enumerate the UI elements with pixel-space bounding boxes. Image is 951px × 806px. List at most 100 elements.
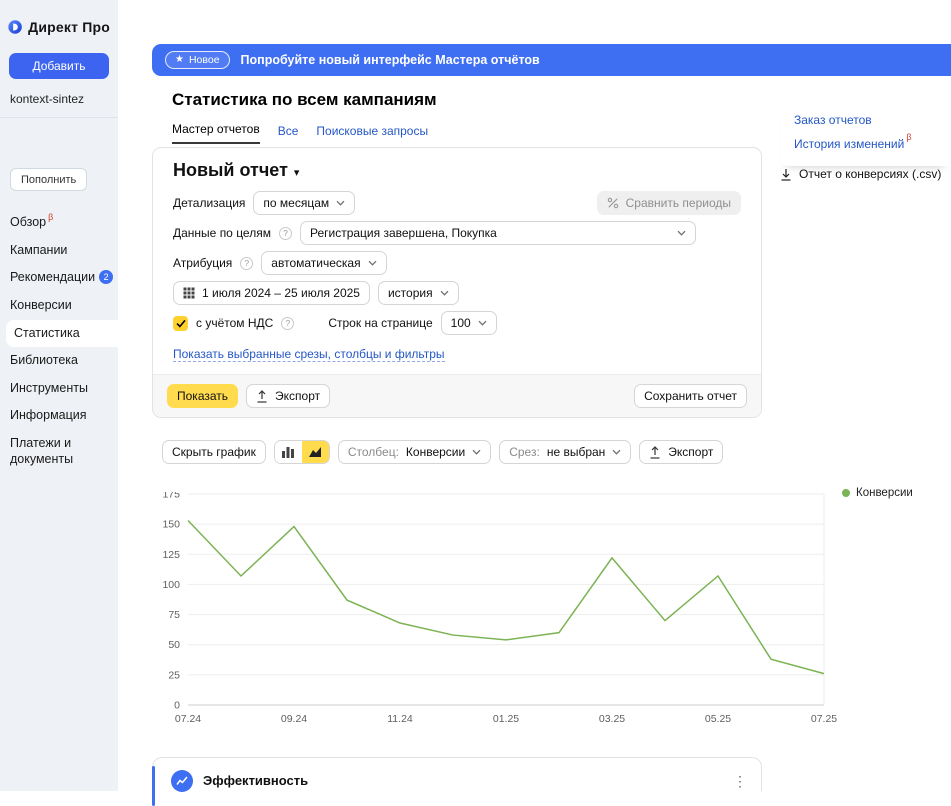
- info-icon[interactable]: ?: [281, 317, 294, 330]
- chart-type-switcher: [274, 440, 330, 464]
- tab-search-queries[interactable]: Поисковые запросы: [316, 124, 428, 144]
- sidebar-nav: Обзор β Кампании Рекомендации 2 Конверси…: [0, 209, 118, 473]
- info-icon[interactable]: ?: [279, 227, 292, 240]
- svg-text:75: 75: [168, 609, 180, 621]
- sidebar-item-information[interactable]: Информация: [0, 402, 118, 430]
- period-row: 1 июля 2024 – 25 июля 2025 история: [173, 281, 741, 305]
- rows-per-page-select[interactable]: 100: [441, 311, 497, 335]
- chevron-down-icon: [368, 260, 377, 266]
- promo-banner[interactable]: ★ Новое Попробуйте новый интерфейс Масте…: [152, 44, 951, 76]
- detalization-label: Детализация: [173, 196, 245, 210]
- tab-all[interactable]: Все: [278, 124, 299, 144]
- legend-label: Конверсии: [856, 487, 913, 499]
- sidebar-item-tools[interactable]: Инструменты: [0, 375, 118, 403]
- sidebar-item-label: Инструменты: [10, 381, 88, 397]
- beta-badge: β: [906, 132, 911, 142]
- conversions-chart: 025507510012515017507.2409.2411.2401.250…: [152, 492, 852, 730]
- direct-pro-logo-icon: [8, 16, 22, 38]
- chevron-down-icon: [336, 200, 345, 206]
- bar-chart-type-button[interactable]: [275, 441, 302, 463]
- efficiency-title: Эффективность: [203, 773, 308, 788]
- sidebar: Директ Про Добавить kontext-sintez Попол…: [0, 0, 118, 791]
- new-badge-label: Новое: [189, 54, 220, 66]
- chevron-down-icon: [677, 230, 686, 236]
- save-report-button[interactable]: Сохранить отчет: [634, 384, 747, 408]
- svg-text:09.24: 09.24: [281, 713, 307, 725]
- svg-text:150: 150: [162, 519, 180, 531]
- chart-controls: Скрыть график Столбец: Конверсии Срез: н…: [162, 440, 723, 464]
- calendar-grid-icon: [183, 287, 195, 299]
- change-history-link[interactable]: История измененийβ: [794, 130, 937, 154]
- recommendations-count-badge: 2: [99, 270, 113, 284]
- area-chart-icon: [308, 446, 322, 458]
- caret-down-icon[interactable]: ▾: [294, 166, 300, 179]
- add-button[interactable]: Добавить: [9, 53, 109, 79]
- history-select[interactable]: история: [378, 281, 459, 305]
- download-icon: [780, 168, 792, 181]
- date-range-button[interactable]: 1 июля 2024 – 25 июля 2025: [173, 281, 370, 305]
- info-icon[interactable]: ?: [240, 257, 253, 270]
- app-root: Директ Про Добавить kontext-sintez Попол…: [0, 0, 951, 791]
- bar-chart-icon: [281, 446, 295, 458]
- order-reports-link[interactable]: Заказ отчетов: [794, 110, 937, 130]
- main-content: ★ Новое Попробуйте новый интерфейс Масте…: [118, 0, 951, 791]
- sidebar-item-library[interactable]: Библиотека: [0, 347, 118, 375]
- logo[interactable]: Директ Про: [0, 16, 118, 38]
- page-title: Статистика по всем кампаниям: [172, 90, 437, 110]
- chart-legend[interactable]: Конверсии: [842, 487, 913, 499]
- attribution-select[interactable]: автоматическая: [261, 251, 386, 275]
- compare-periods-button[interactable]: Сравнить периоды: [597, 191, 741, 215]
- banner-text: Попробуйте новый интерфейс Мастера отчёт…: [241, 53, 540, 67]
- account-name[interactable]: kontext-sintez: [0, 79, 118, 117]
- goals-label: Данные по целям: [173, 226, 271, 240]
- slice-select[interactable]: Срез: не выбран: [499, 440, 631, 464]
- rows-per-page-label: Строк на странице: [328, 316, 432, 330]
- topup-button[interactable]: Пополнить: [10, 168, 87, 191]
- show-slices-link[interactable]: Показать выбранные срезы, столбцы и филь…: [173, 347, 445, 362]
- sidebar-item-statistics[interactable]: Статистика: [6, 320, 118, 348]
- sidebar-item-label: Конверсии: [10, 298, 72, 314]
- svg-text:05.25: 05.25: [705, 713, 731, 725]
- svg-text:125: 125: [162, 549, 180, 561]
- sidebar-item-overview[interactable]: Обзор β: [0, 209, 118, 237]
- area-chart-type-button[interactable]: [302, 441, 329, 463]
- efficiency-card[interactable]: Эффективность ⋮: [152, 757, 762, 791]
- column-select[interactable]: Столбец: Конверсии: [338, 440, 491, 464]
- sidebar-item-label: Библиотека: [10, 353, 78, 369]
- sidebar-item-campaigns[interactable]: Кампании: [0, 237, 118, 265]
- conversions-chart-area: 025507510012515017507.2409.2411.2401.250…: [152, 492, 852, 735]
- kebab-menu-icon[interactable]: ⋮: [733, 774, 747, 788]
- report-name[interactable]: Новый отчет: [173, 160, 288, 181]
- detalization-select[interactable]: по месяцам: [253, 191, 355, 215]
- vat-rows-row: с учётом НДС ? Строк на странице 100: [173, 311, 741, 335]
- chevron-down-icon: [472, 449, 481, 455]
- svg-text:01.25: 01.25: [493, 713, 519, 725]
- svg-text:0: 0: [174, 700, 180, 712]
- chart-export-button[interactable]: Экспорт: [639, 440, 723, 464]
- report-export-button[interactable]: Экспорт: [246, 384, 330, 408]
- sidebar-item-payments[interactable]: Платежи и документы: [0, 430, 118, 473]
- active-tab-indicator: [152, 766, 155, 806]
- sidebar-item-label: Кампании: [10, 243, 67, 259]
- sidebar-item-conversions[interactable]: Конверсии: [0, 292, 118, 320]
- sidebar-item-label: Обзор: [10, 215, 46, 231]
- hide-chart-button[interactable]: Скрыть график: [162, 440, 266, 464]
- vat-checkbox[interactable]: [173, 316, 188, 331]
- conversions-csv-link[interactable]: Отчет о конверсиях (.csv): [780, 167, 941, 181]
- svg-text:175: 175: [162, 492, 180, 501]
- report-tabs: Мастер отчетов Все Поисковые запросы: [172, 122, 428, 144]
- sidebar-item-label: Рекомендации: [10, 270, 95, 286]
- goals-select[interactable]: Регистрация завершена, Покупка: [300, 221, 696, 245]
- export-icon: [649, 446, 661, 459]
- svg-text:03.25: 03.25: [599, 713, 625, 725]
- svg-text:11.24: 11.24: [387, 713, 413, 725]
- svg-text:100: 100: [162, 579, 180, 591]
- show-report-button[interactable]: Показать: [167, 384, 238, 408]
- tab-report-wizard[interactable]: Мастер отчетов: [172, 122, 260, 144]
- sidebar-item-recommendations[interactable]: Рекомендации 2: [0, 264, 118, 292]
- chevron-down-icon: [440, 290, 449, 296]
- vat-label: с учётом НДС: [196, 316, 273, 330]
- attribution-label: Атрибуция: [173, 256, 232, 270]
- svg-text:25: 25: [168, 669, 180, 681]
- svg-text:07.25: 07.25: [811, 713, 837, 725]
